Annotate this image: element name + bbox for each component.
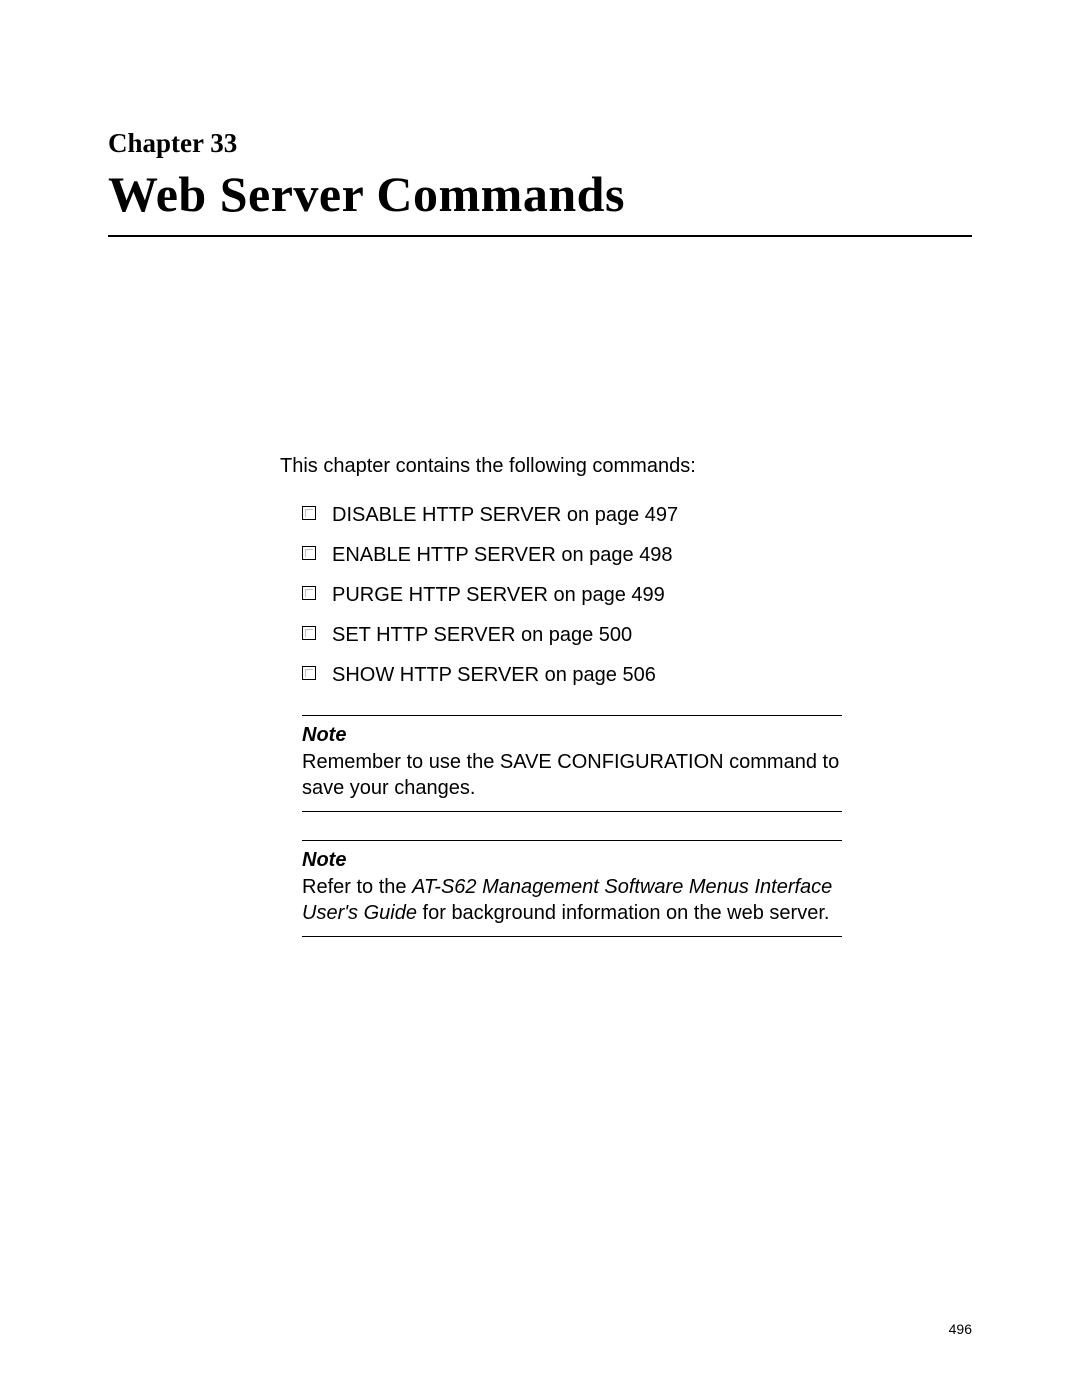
list-item: SHOW HTTP SERVER on page 506 bbox=[302, 664, 860, 687]
page-number: 496 bbox=[949, 1321, 972, 1337]
note-body: Remember to use the SAVE CONFIGURATION c… bbox=[302, 749, 842, 801]
command-list: DISABLE HTTP SERVER on page 497 ENABLE H… bbox=[302, 504, 860, 687]
command-text: SHOW HTTP SERVER on page 506 bbox=[332, 664, 656, 686]
note-block: Note Refer to the AT-S62 Management Soft… bbox=[302, 840, 842, 937]
chapter-title: Web Server Commands bbox=[108, 165, 972, 237]
list-item: SET HTTP SERVER on page 500 bbox=[302, 624, 860, 647]
checkbox-bullet-icon bbox=[302, 626, 316, 640]
command-text: PURGE HTTP SERVER on page 499 bbox=[332, 584, 665, 606]
list-item: ENABLE HTTP SERVER on page 498 bbox=[302, 544, 860, 567]
checkbox-bullet-icon bbox=[302, 506, 316, 520]
checkbox-bullet-icon bbox=[302, 546, 316, 560]
note-block: Note Remember to use the SAVE CONFIGURAT… bbox=[302, 715, 842, 812]
checkbox-bullet-icon bbox=[302, 666, 316, 680]
chapter-label: Chapter 33 bbox=[108, 128, 972, 159]
list-item: DISABLE HTTP SERVER on page 497 bbox=[302, 504, 860, 527]
note-body: Refer to the AT-S62 Management Software … bbox=[302, 874, 842, 926]
note-title: Note bbox=[302, 724, 842, 747]
note-body-suffix: for background information on the web se… bbox=[417, 902, 829, 924]
command-text: SET HTTP SERVER on page 500 bbox=[332, 624, 632, 646]
checkbox-bullet-icon bbox=[302, 586, 316, 600]
command-text: ENABLE HTTP SERVER on page 498 bbox=[332, 544, 673, 566]
note-title: Note bbox=[302, 849, 842, 872]
intro-text: This chapter contains the following comm… bbox=[280, 455, 860, 478]
command-text: DISABLE HTTP SERVER on page 497 bbox=[332, 504, 678, 526]
page: Chapter 33 Web Server Commands This chap… bbox=[0, 0, 1080, 1397]
body-area: This chapter contains the following comm… bbox=[280, 455, 860, 937]
list-item: PURGE HTTP SERVER on page 499 bbox=[302, 584, 860, 607]
note-body-prefix: Refer to the bbox=[302, 876, 412, 898]
